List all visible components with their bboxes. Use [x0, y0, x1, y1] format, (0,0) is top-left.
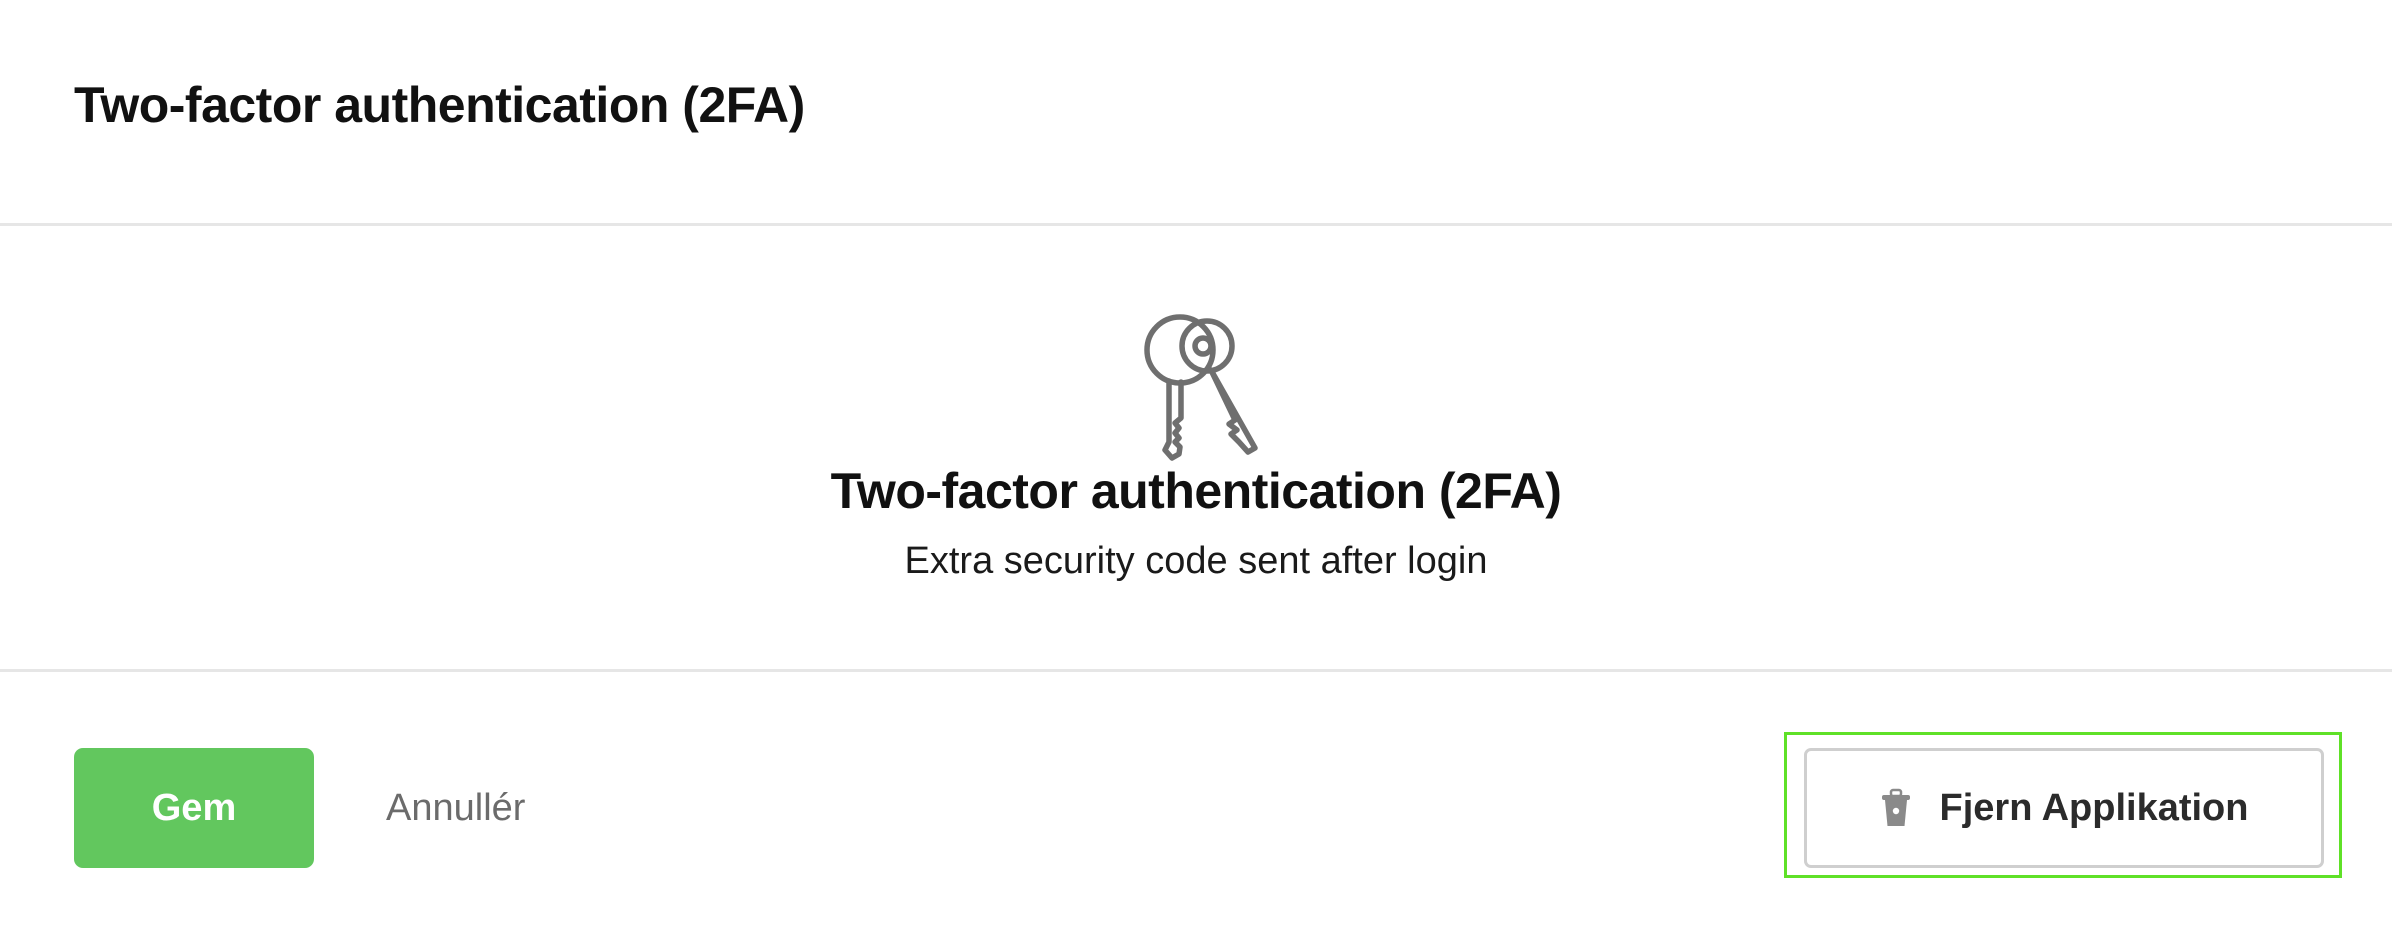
two-factor-settings-panel: Two-factor authentication (2FA) Two-fact… — [0, 0, 2392, 926]
remove-application-label: Fjern Applikation — [1939, 786, 2249, 829]
feature-title: Two-factor authentication (2FA) — [830, 463, 1562, 519]
save-button[interactable]: Gem — [74, 748, 314, 868]
page-title: Two-factor authentication (2FA) — [74, 77, 805, 133]
panel-footer: Gem Annullér Fjern Applikation — [0, 672, 2392, 926]
feature-description: Extra security code sent after login — [904, 540, 1488, 582]
keys-icon — [1144, 314, 1258, 461]
panel-content: Two-factor authentication (2FA) Extra se… — [0, 226, 2392, 672]
trash-icon — [1881, 788, 1910, 826]
cancel-button[interactable]: Annullér — [386, 748, 525, 868]
panel-header: Two-factor authentication (2FA) — [0, 0, 2392, 226]
remove-application-button[interactable]: Fjern Applikation — [1804, 748, 2324, 868]
